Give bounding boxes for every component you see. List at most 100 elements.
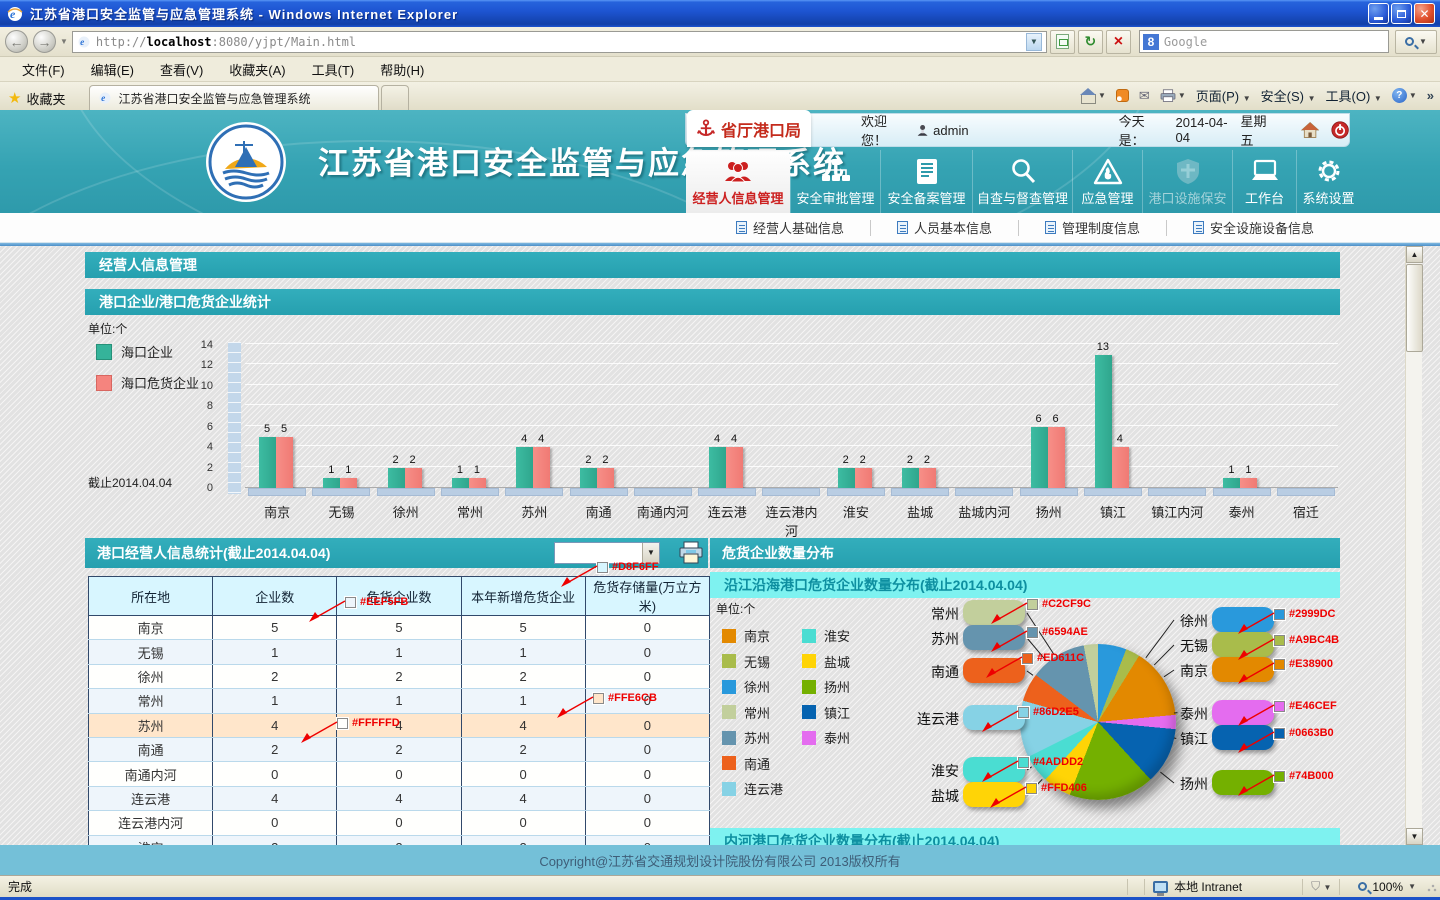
search-box[interactable]: 8 Google [1139, 30, 1389, 53]
url-input[interactable]: e http://localhost:8080/yjpt/Main.html ▼ [72, 31, 1047, 53]
compatibility-button[interactable] [1050, 30, 1075, 54]
table-panel-title: 港口经营人信息统计(截止2014.04.04) [97, 545, 330, 561]
pie-callout-泰州[interactable] [1212, 700, 1274, 725]
table-row[interactable]: 连云港内河0000 [89, 811, 710, 835]
mail-button[interactable]: ✉ [1139, 88, 1150, 104]
help-button[interactable]: ?▼ [1392, 88, 1417, 103]
tools-menu[interactable]: 工具(O) ▼ [1326, 86, 1382, 105]
legend-swatch-danger [96, 375, 112, 391]
anchor-icon [697, 119, 715, 139]
col-header: 危货企业数 [337, 577, 461, 616]
close-button[interactable]: ✕ [1414, 3, 1435, 24]
pie-callout-盐城[interactable] [963, 782, 1025, 807]
url-dropdown-icon[interactable]: ▼ [1026, 33, 1042, 51]
pie-callout-连云港[interactable] [963, 705, 1025, 730]
home-shortcut-icon[interactable] [1301, 120, 1319, 140]
print-button[interactable]: ▼ [1160, 89, 1186, 103]
pie-callout-淮安[interactable] [963, 757, 1025, 782]
username: admin [933, 123, 968, 138]
logout-icon[interactable] [1331, 119, 1349, 141]
menu-item-0[interactable]: 文件(F) [10, 57, 77, 82]
warning-triangle-icon [1093, 154, 1123, 188]
menu-item-5[interactable]: 帮助(H) [368, 57, 436, 82]
table-row[interactable]: 南京5550 [89, 616, 710, 640]
nav-emergency[interactable]: 应急管理 [1072, 150, 1142, 213]
forward-button[interactable]: → [33, 30, 56, 53]
bar-chart-axis-column [228, 342, 241, 494]
pie-panel: 危货企业数量分布 沿江沿海港口危货企业数量分布(截止2014.04.04) 单位… [710, 538, 1340, 845]
table-row[interactable]: 苏州4440 [89, 713, 710, 737]
page-menu[interactable]: 页面(P) ▼ [1196, 86, 1251, 105]
menu-item-4[interactable]: 工具(T) [300, 57, 367, 82]
nav-safety-approval[interactable]: 安全审批管理 [790, 150, 880, 213]
pie-callout-镇江[interactable] [1212, 725, 1274, 750]
subnav-operator-base-info[interactable]: 经营人基础信息 [710, 220, 870, 236]
table-row[interactable]: 常州1110 [89, 689, 710, 713]
feeds-button[interactable] [1116, 89, 1129, 102]
protected-mode-icon[interactable]: ⛉ ▼ [1311, 879, 1331, 894]
pie-callout-无锡[interactable] [1212, 632, 1274, 657]
subnav-safety-facility-info[interactable]: 安全设施设备信息 [1166, 220, 1340, 236]
pie-callout-扬州[interactable] [1212, 770, 1274, 795]
history-dropdown-icon[interactable]: ▼ [60, 37, 68, 46]
minimize-button[interactable] [1368, 3, 1389, 24]
menu-item-3[interactable]: 收藏夹(A) [217, 57, 297, 82]
stop-button[interactable]: × [1106, 30, 1131, 54]
table-row[interactable]: 连云港4440 [89, 786, 710, 810]
new-tab-stub[interactable] [381, 85, 409, 110]
table-row[interactable]: 徐州2220 [89, 664, 710, 688]
pie-subtitle2: 内河港口危货企业数量分布(截止2014.04.04) [710, 828, 1340, 845]
table-row[interactable]: 南通内河0000 [89, 762, 710, 786]
menu-item-1[interactable]: 编辑(E) [79, 57, 146, 82]
subnav-management-system-info[interactable]: 管理制度信息 [1018, 220, 1166, 236]
nav-settings[interactable]: 系统设置 [1296, 150, 1360, 213]
table-row[interactable]: 无锡1110 [89, 640, 710, 664]
scrollbar-thumb[interactable] [1406, 264, 1423, 352]
table-panel-header: 港口经营人信息统计(截止2014.04.04) ▼ [85, 538, 708, 568]
scroll-up-icon[interactable]: ▲ [1406, 246, 1423, 263]
refresh-button[interactable]: ↻ [1078, 30, 1103, 54]
nav-port-security[interactable]: 港口设施保安 [1142, 150, 1232, 213]
menu-item-2[interactable]: 查看(V) [148, 57, 215, 82]
home-button[interactable]: ▼ [1081, 89, 1106, 102]
page-ie-icon: e [77, 35, 91, 49]
scroll-down-icon[interactable]: ▼ [1406, 828, 1423, 845]
print-table-icon[interactable] [678, 541, 704, 565]
browser-tab[interactable]: e 江苏省港口安全监管与应急管理系统 [89, 85, 379, 110]
vertical-scrollbar[interactable]: ▲ ▼ [1405, 246, 1422, 845]
nav-safety-record[interactable]: 安全备案管理 [880, 150, 972, 213]
tab-ie-icon: e [98, 91, 112, 105]
table-row[interactable]: 淮安2220 [89, 835, 710, 845]
help-icon: ? [1392, 88, 1407, 103]
google-logo-icon: 8 [1143, 34, 1159, 50]
bureau-tab[interactable]: 省厅港口局 [687, 110, 811, 147]
nav-workbench[interactable]: 工作台 [1232, 150, 1296, 213]
window-titlebar[interactable]: e 江苏省港口安全监管与应急管理系统 - Windows Internet Ex… [0, 0, 1440, 27]
subnav-personnel-info[interactable]: 人员基本信息 [870, 220, 1018, 236]
pie-callout-南通[interactable] [963, 658, 1025, 683]
star-icon: ★ [8, 89, 21, 107]
bar-group-宿迁 [1274, 345, 1338, 488]
resize-grip[interactable] [1426, 881, 1438, 893]
pie-callout-徐州[interactable] [1212, 607, 1274, 632]
city-filter-select[interactable]: ▼ [554, 542, 660, 564]
overflow-chevron-icon[interactable]: » [1427, 88, 1434, 103]
pie-callout-南京[interactable] [1212, 657, 1274, 682]
pie-callout-苏州[interactable] [963, 625, 1025, 650]
select-dropdown-icon[interactable]: ▼ [642, 543, 659, 563]
bar-group-连云港: 44 [695, 345, 759, 488]
restore-button[interactable] [1391, 3, 1412, 24]
table-row[interactable]: 南通2220 [89, 737, 710, 761]
safety-menu[interactable]: 安全(S) ▼ [1261, 86, 1316, 105]
nav-self-inspection[interactable]: 自查与督查管理 [972, 150, 1072, 213]
zoom-control[interactable]: 100%▼ [1348, 880, 1426, 894]
search-button[interactable]: ▼ [1395, 30, 1437, 54]
bar-group-常州: 11 [438, 345, 502, 488]
nav-operator-info[interactable]: 经营人信息管理 [686, 150, 790, 213]
pie-callout-常州[interactable] [963, 600, 1025, 625]
back-button[interactable]: ← [5, 30, 28, 53]
bar-chart-bars: 5511221144224422226613411 [245, 345, 1338, 488]
favorites-button[interactable]: ★ 收藏夹 [0, 86, 75, 110]
status-bar: 完成 本地 Intranet ⛉ ▼ 100%▼ [0, 875, 1440, 897]
col-header: 所在地 [89, 577, 213, 616]
